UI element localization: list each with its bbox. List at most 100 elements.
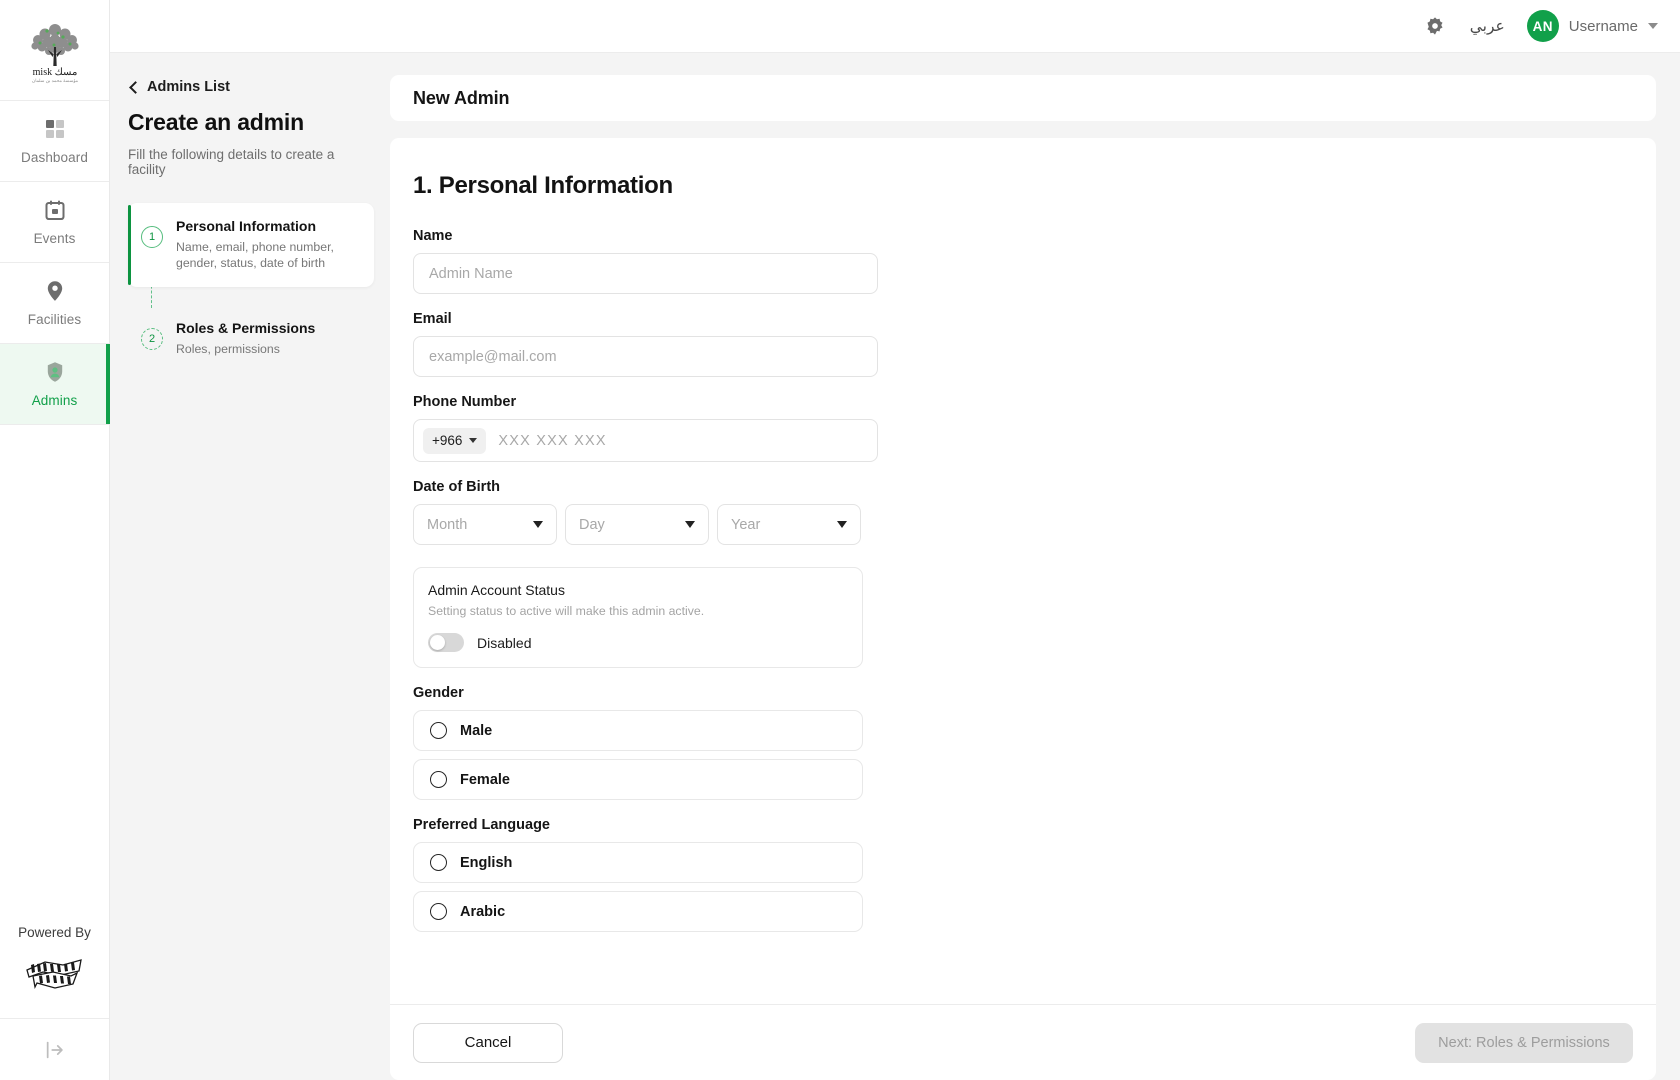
country-code-selector[interactable]: +966 [423, 427, 487, 454]
collapse-sidebar-icon [46, 1041, 63, 1058]
sidebar-item-facilities[interactable]: Facilities [0, 262, 109, 343]
phone-input-group: +966 XXX XXX XXX [413, 419, 878, 462]
language-toggle[interactable]: عربي [1470, 17, 1505, 36]
sidebar-item-label: Events [33, 231, 76, 246]
svg-text:misk مسك: misk مسك [32, 67, 77, 78]
dob-selectors: Month Day Year [413, 504, 1656, 545]
step-title: Roles & Permissions [176, 319, 316, 336]
admin-account-status-box: Admin Account Status Setting status to a… [413, 567, 863, 668]
chevron-down-icon [533, 521, 543, 528]
back-link-label: Admins List [147, 79, 230, 95]
shield-user-icon [47, 362, 62, 382]
phone-number-placeholder[interactable]: XXX XXX XXX [498, 433, 606, 449]
step-number-badge: 2 [141, 327, 163, 350]
section-title: 1. Personal Information [413, 172, 673, 199]
page-subtitle: Fill the following details to create a f… [128, 147, 335, 177]
content-region: New Admin 1. Personal Information Name E… [390, 53, 1680, 1080]
chevron-down-icon [1648, 23, 1658, 29]
top-bar: عربي AN Username [110, 0, 1680, 53]
gender-option-label: Male [460, 722, 493, 739]
back-to-admins-list-link[interactable]: Admins List [128, 79, 374, 95]
sidebar-nav: Dashboard Events Facilities Admins [0, 100, 110, 424]
page-body: Admins List Create an admin Fill the fol… [110, 53, 1680, 1080]
name-input[interactable] [413, 253, 878, 294]
step-roles-permissions[interactable]: 2 Roles & Permissions Roles, permissions [128, 305, 374, 372]
language-option-label: English [460, 854, 513, 871]
email-label: Email [413, 311, 452, 327]
phone-label: Phone Number [413, 394, 517, 410]
dob-year-value: Year [731, 516, 761, 533]
collapse-sidebar-button[interactable] [0, 1018, 109, 1080]
language-option-english[interactable]: English [413, 842, 863, 883]
page-header-title: New Admin [413, 87, 510, 108]
page-header-card: New Admin [390, 75, 1656, 121]
username-label: Username [1568, 17, 1638, 35]
avatar: AN [1526, 10, 1559, 42]
status-description: Setting status to active will make this … [428, 604, 705, 618]
step-personal-information[interactable]: 1 Personal Information Name, email, phon… [128, 203, 374, 287]
grid-icon [45, 120, 64, 138]
step-description: Roles, permissions [176, 341, 280, 356]
language-option-arabic[interactable]: Arabic [413, 891, 863, 932]
steps-pane: Admins List Create an admin Fill the fol… [110, 53, 390, 1080]
country-code-value: +966 [432, 433, 463, 448]
dob-day-select[interactable]: Day [565, 504, 709, 545]
radio-icon [430, 771, 447, 788]
email-input[interactable] [413, 336, 878, 377]
field-date-of-birth: Date of Birth Month Day Year [413, 479, 1656, 545]
cancel-button[interactable]: Cancel [413, 1022, 563, 1063]
radio-icon [430, 854, 447, 871]
sidebar-spacer [0, 424, 109, 925]
sidebar-item-admins[interactable]: Admins [0, 343, 110, 424]
dob-month-select[interactable]: Month [413, 504, 557, 545]
chevron-down-icon [685, 521, 695, 528]
step-number-badge: 1 [141, 226, 163, 248]
dob-label: Date of Birth [413, 479, 500, 495]
toggle-knob [430, 635, 445, 650]
radio-icon [430, 903, 447, 920]
right-region: عربي AN Username Admins List Create an a… [110, 0, 1680, 1080]
status-toggle[interactable] [428, 633, 464, 652]
field-phone-number: Phone Number +966 XXX XXX XXX [413, 394, 1656, 462]
settings-button[interactable] [1422, 13, 1448, 39]
status-toggle-row: Disabled [428, 633, 846, 652]
status-toggle-label: Disabled [477, 634, 532, 651]
field-email: Email [413, 311, 1656, 377]
svg-text:مؤسسة محمد بن سلمان: مؤسسة محمد بن سلمان [31, 78, 78, 84]
language-option-label: Arabic [460, 903, 506, 920]
radio-icon [430, 722, 447, 739]
left-sidebar: misk مسك مؤسسة محمد بن سلمان Dashboard E… [0, 0, 110, 1080]
page-title: Create an admin [128, 109, 304, 135]
status-title: Admin Account Status [428, 582, 565, 598]
map-pin-icon [47, 281, 62, 301]
misk-logo-icon: misk مسك مؤسسة محمد بن سلمان [30, 24, 78, 84]
step-list: 1 Personal Information Name, email, phon… [128, 203, 374, 372]
sidebar-item-dashboard[interactable]: Dashboard [0, 100, 109, 181]
language-label: Preferred Language [413, 817, 550, 833]
brand-logo: misk مسك مؤسسة محمد بن سلمان [0, 0, 109, 100]
step-description: Name, email, phone number, gender, statu… [176, 240, 334, 271]
gender-option-female[interactable]: Female [413, 759, 863, 800]
field-preferred-language: Preferred Language English Arabic [413, 817, 1656, 932]
chevron-down-icon [837, 521, 847, 528]
dob-month-value: Month [427, 516, 468, 533]
powered-by-label: Powered By [18, 925, 91, 940]
form-footer: Cancel Next: Roles & Permissions [390, 1004, 1656, 1080]
sidebar-item-label: Facilities [27, 312, 82, 327]
gender-option-male[interactable]: Male [413, 710, 863, 751]
sidebar-item-label: Dashboard [21, 150, 88, 165]
sidebar-item-label: Admins [31, 393, 78, 408]
powered-by-block: Powered By [0, 925, 109, 1018]
app-root: misk مسك مؤسسة محمد بن سلمان Dashboard E… [0, 0, 1680, 1080]
chevron-left-icon [129, 80, 142, 94]
sidebar-item-events[interactable]: Events [0, 181, 109, 262]
calendar-icon [45, 200, 64, 220]
gear-icon [1427, 17, 1443, 35]
next-roles-permissions-button[interactable]: Next: Roles & Permissions [1415, 1022, 1633, 1063]
name-label: Name [413, 228, 453, 244]
gender-label: Gender [413, 685, 464, 701]
chevron-down-icon [469, 438, 478, 443]
user-menu[interactable]: AN Username [1526, 10, 1658, 42]
form-body: 1. Personal Information Name Email Phone… [390, 138, 1656, 1004]
dob-year-select[interactable]: Year [717, 504, 861, 545]
